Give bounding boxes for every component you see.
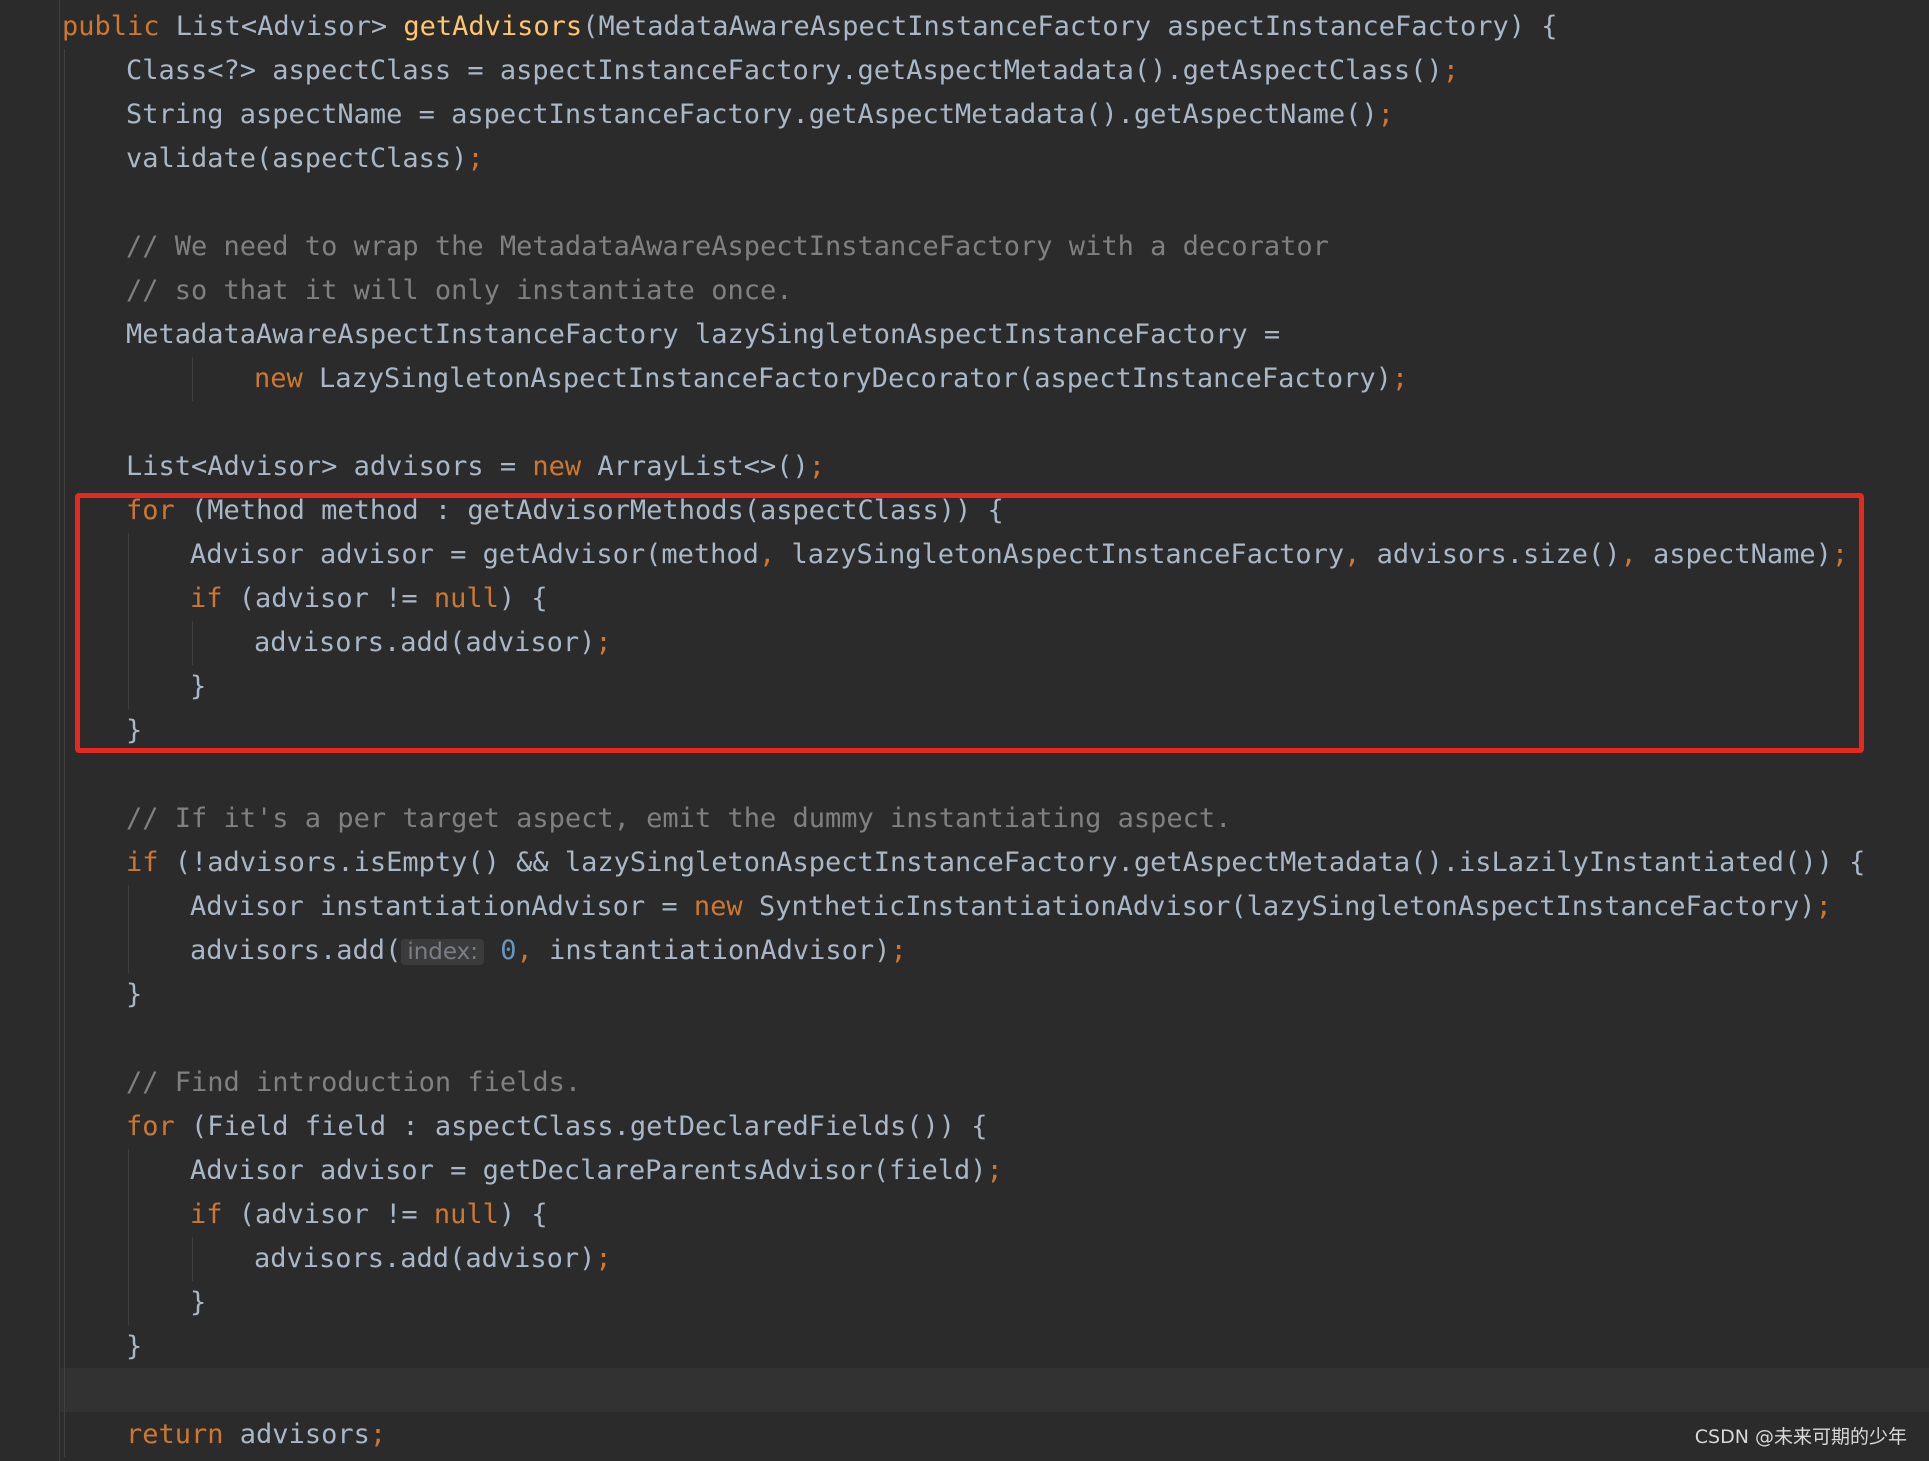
- code-token: }: [126, 1331, 143, 1362]
- code-token: List<Advisor>: [175, 11, 404, 42]
- code-keyword: ;: [467, 143, 484, 174]
- code-token: advisors.add(: [190, 935, 402, 966]
- code-line[interactable]: Class<?> aspectClass = aspectInstanceFac…: [0, 49, 1929, 93]
- code-line[interactable]: List<Advisor> advisors = new ArrayList<>…: [0, 445, 1929, 489]
- code-line[interactable]: [0, 1369, 1929, 1413]
- code-keyword: ;: [1442, 55, 1459, 86]
- code-line[interactable]: // If it's a per target aspect, emit the…: [0, 797, 1929, 841]
- code-token: (Field field : aspectClass.getDeclaredFi…: [191, 1111, 988, 1142]
- code-line[interactable]: advisors.add(advisor);: [0, 1237, 1929, 1281]
- code-keyword: new: [693, 891, 759, 922]
- code-keyword: return: [126, 1419, 240, 1450]
- code-comment: // Find introduction fields.: [126, 1067, 582, 1098]
- code-line[interactable]: String aspectName = aspectInstanceFactor…: [0, 93, 1929, 137]
- code-keyword: ;: [986, 1155, 1003, 1186]
- code-token: (!advisors.isEmpty() && lazySingletonAsp…: [174, 847, 1866, 878]
- code-line[interactable]: [0, 401, 1929, 445]
- code-keyword: new: [532, 451, 598, 482]
- code-line[interactable]: // We need to wrap the MetadataAwareAspe…: [0, 225, 1929, 269]
- code-line[interactable]: [0, 1017, 1929, 1061]
- code-keyword: null: [433, 1199, 499, 1230]
- code-line[interactable]: // Find introduction fields.: [0, 1061, 1929, 1105]
- code-line[interactable]: MetadataAwareAspectInstanceFactory lazyS…: [0, 313, 1929, 357]
- code-token: MetadataAwareAspectInstanceFactory lazyS…: [126, 319, 1281, 350]
- code-token: String aspectName = aspectInstanceFactor…: [126, 99, 1378, 130]
- code-token: ) {: [498, 1199, 548, 1230]
- code-token: SyntheticInstantiationAdvisor(lazySingle…: [758, 891, 1816, 922]
- watermark: CSDN @未来可期的少年: [1694, 1426, 1907, 1448]
- code-line[interactable]: if (advisor != null) {: [0, 1193, 1929, 1237]
- code-line[interactable]: [0, 181, 1929, 225]
- code-token: advisors.add(advisor): [254, 1243, 596, 1274]
- code-token: List<Advisor> advisors =: [126, 451, 533, 482]
- code-line[interactable]: [0, 753, 1929, 797]
- code-line[interactable]: }: [0, 1325, 1929, 1369]
- code-token: (MetadataAwareAspectInstanceFactory aspe…: [582, 11, 1558, 42]
- code-keyword: ;: [808, 451, 826, 482]
- code-line[interactable]: // so that it will only instantiate once…: [0, 269, 1929, 313]
- code-line[interactable]: for (Field field : aspectClass.getDeclar…: [0, 1105, 1929, 1149]
- code-comment: // If it's a per target aspect, emit the…: [126, 803, 1232, 834]
- code-token: }: [126, 979, 143, 1010]
- code-token: ArrayList<>(): [597, 451, 809, 482]
- code-token: validate(aspectClass): [126, 143, 468, 174]
- code-keyword: ;: [1377, 99, 1394, 130]
- code-line[interactable]: }: [0, 1281, 1929, 1325]
- code-comment: // We need to wrap the MetadataAwareAspe…: [126, 231, 1329, 262]
- code-keyword: if: [126, 847, 175, 878]
- code-token: }: [190, 1287, 207, 1318]
- code-keyword: ;: [1391, 363, 1409, 394]
- code-keyword: ;: [595, 1243, 612, 1274]
- code-token: LazySingletonAspectInstanceFactoryDecora…: [319, 363, 1392, 394]
- code-token: advisors: [239, 1419, 370, 1450]
- code-line[interactable]: new LazySingletonAspectInstanceFactoryDe…: [0, 357, 1929, 401]
- parameter-hint: index:: [401, 939, 485, 965]
- code-line[interactable]: public List<Advisor> getAdvisors(Metadat…: [0, 5, 1929, 49]
- code-token: Class<?> aspectClass = aspectInstanceFac…: [126, 55, 1443, 86]
- code-keyword: ,: [516, 935, 550, 966]
- code-keyword: if: [190, 1199, 239, 1230]
- code-keyword: for: [126, 1111, 192, 1142]
- code-token: (advisor !=: [238, 1199, 434, 1230]
- code-line[interactable]: if (!advisors.isEmpty() && lazySingleton…: [0, 841, 1929, 885]
- code-token: Advisor advisor = getDeclareParentsAdvis…: [190, 1155, 987, 1186]
- code-line[interactable]: return advisors;: [0, 1413, 1929, 1457]
- code-token: instantiationAdvisor): [549, 935, 891, 966]
- code-line[interactable]: Advisor advisor = getDeclareParentsAdvis…: [0, 1149, 1929, 1193]
- code-token: Advisor instantiationAdvisor =: [190, 891, 694, 922]
- code-token: 0: [500, 935, 517, 966]
- code-line[interactable]: Advisor instantiationAdvisor = new Synth…: [0, 885, 1929, 929]
- annotation-highlight-box: [75, 493, 1864, 753]
- code-keyword: ;: [1815, 891, 1832, 922]
- code-keyword: new: [254, 363, 320, 394]
- code-comment: // so that it will only instantiate once…: [126, 275, 793, 306]
- code-line[interactable]: validate(aspectClass);: [0, 137, 1929, 181]
- code-keyword: ;: [369, 1419, 387, 1450]
- code-editor[interactable]: public List<Advisor> getAdvisors(Metadat…: [0, 0, 1929, 1461]
- code-line[interactable]: advisors.add(index: 0, instantiationAdvi…: [0, 929, 1929, 973]
- code-line[interactable]: }: [0, 973, 1929, 1017]
- code-keyword: ;: [890, 935, 907, 966]
- code-token: getAdvisors: [403, 11, 583, 42]
- code-keyword: public: [62, 11, 176, 42]
